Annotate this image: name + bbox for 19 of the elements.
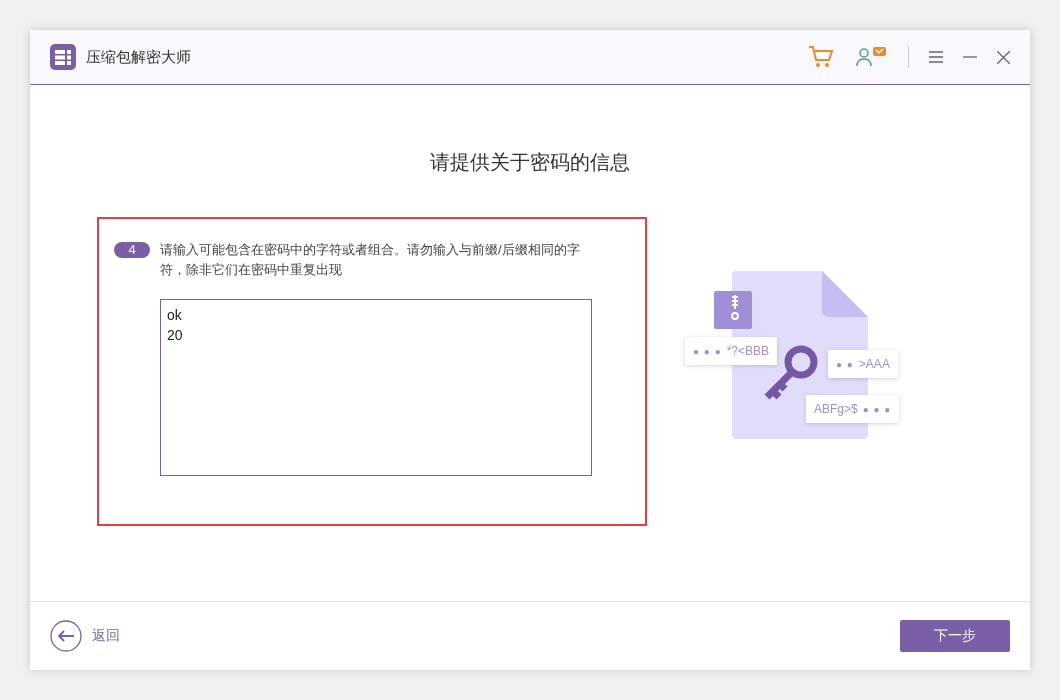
menu-icon[interactable] <box>929 51 943 63</box>
page-heading: 请提供关于密码的信息 <box>429 150 631 175</box>
window-title: 压缩包解密大师 <box>86 47 192 67</box>
close-icon[interactable] <box>997 50 1010 64</box>
chip-text: *?<BBB <box>726 344 770 358</box>
logo-icon <box>50 44 76 70</box>
masked-characters: ● ● ● <box>862 403 892 415</box>
masked-characters: ● ● ● <box>693 345 722 357</box>
user-icon[interactable] <box>854 45 888 69</box>
step-number: 4 <box>114 242 150 258</box>
characters-input[interactable]: ok 20 <box>160 299 592 476</box>
back-button[interactable]: 返回 <box>50 620 120 652</box>
masked-characters: ● ● <box>836 358 854 370</box>
zip-file-icon <box>714 291 752 329</box>
chip-text: >AAA <box>858 357 890 371</box>
cart-icon[interactable] <box>808 45 834 69</box>
next-button[interactable]: 下一步 <box>900 620 1010 652</box>
instruction-text: 请输入可能包含在密码中的字符或者组合。请勿输入与前缀/后缀相同的字符，除非它们在密码中重复出现 <box>160 241 581 279</box>
chip-text: ABFg>$ <box>814 402 858 416</box>
